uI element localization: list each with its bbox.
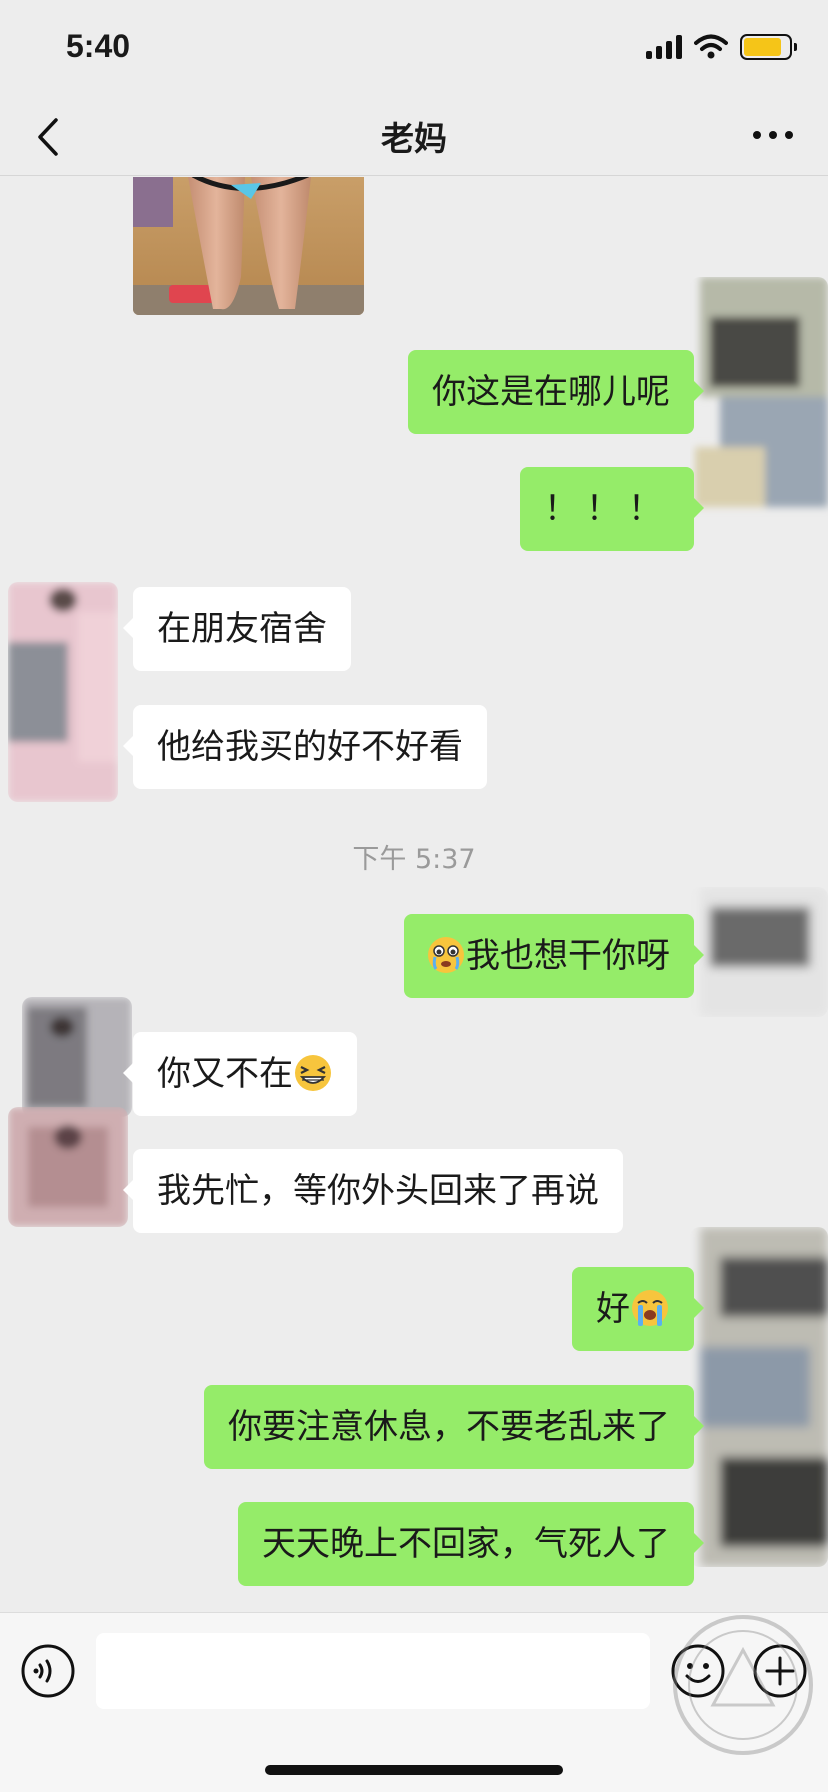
loudly-crying-emoji	[632, 1289, 668, 1326]
crying-face-emoji	[428, 936, 464, 973]
outgoing-message[interactable]: 好	[572, 1267, 704, 1351]
outgoing-message[interactable]: 天天晚上不回家，气死人了	[238, 1502, 704, 1586]
more-icon[interactable]	[748, 120, 798, 150]
grinning-squint-emoji	[295, 1054, 331, 1091]
incoming-message[interactable]: 你又不在	[123, 1032, 357, 1116]
watermark-logo	[673, 1615, 813, 1755]
image-message[interactable]	[133, 177, 364, 315]
message-timestamp: 下午 5:37	[352, 844, 476, 875]
message-text: 你要注意休息，不要老乱来了	[228, 1407, 670, 1447]
wifi-icon	[694, 34, 728, 59]
nav-bar: 老妈	[0, 100, 828, 176]
contact-avatar[interactable]	[8, 582, 118, 802]
incoming-message[interactable]: 他给我买的好不好看	[123, 705, 487, 789]
status-time: 5:40	[66, 28, 131, 64]
contact-avatar[interactable]	[22, 997, 132, 1117]
home-indicator	[265, 1765, 563, 1775]
photo-content	[133, 177, 364, 315]
incoming-message[interactable]: 我先忙，等你外头回来了再说	[123, 1149, 623, 1233]
outgoing-message[interactable]: 你要注意休息，不要老乱来了	[204, 1385, 704, 1469]
message-text: 好	[596, 1289, 630, 1329]
message-text: 天天晚上不回家，气死人了	[262, 1524, 670, 1564]
outgoing-message[interactable]: 你这是在哪儿呢	[408, 350, 704, 434]
my-avatar[interactable]	[690, 277, 828, 547]
battery-fill	[744, 38, 782, 56]
message-text: 你又不在	[157, 1054, 293, 1094]
message-text: 他给我买的好不好看	[157, 727, 463, 767]
outgoing-message[interactable]: ！！！	[520, 467, 704, 551]
message-input[interactable]	[96, 1633, 650, 1709]
voice-icon[interactable]	[20, 1643, 76, 1699]
message-text: 你这是在哪儿呢	[432, 372, 670, 412]
battery-icon	[740, 34, 797, 60]
message-text: 在朋友宿舍	[157, 609, 327, 649]
status-bar: 5:40	[0, 0, 828, 100]
incoming-message[interactable]: 在朋友宿舍	[123, 587, 351, 671]
contact-avatar[interactable]	[8, 1107, 128, 1227]
message-text: 我也想干你呀	[466, 936, 670, 976]
signal-icon	[646, 35, 682, 59]
my-avatar[interactable]	[690, 1227, 828, 1567]
message-text: 我先忙，等你外头回来了再说	[157, 1171, 599, 1211]
my-avatar[interactable]	[690, 887, 828, 1017]
chat-area[interactable]: 你这是在哪儿呢 ！！！ 在朋友宿舍 他给我买的好不好看 下午 5:37 我也想干…	[0, 177, 828, 1612]
chat-title: 老妈	[381, 119, 447, 158]
outgoing-message[interactable]: 我也想干你呀	[404, 914, 704, 998]
message-text: ！！！	[544, 489, 670, 529]
status-icons	[646, 34, 797, 60]
